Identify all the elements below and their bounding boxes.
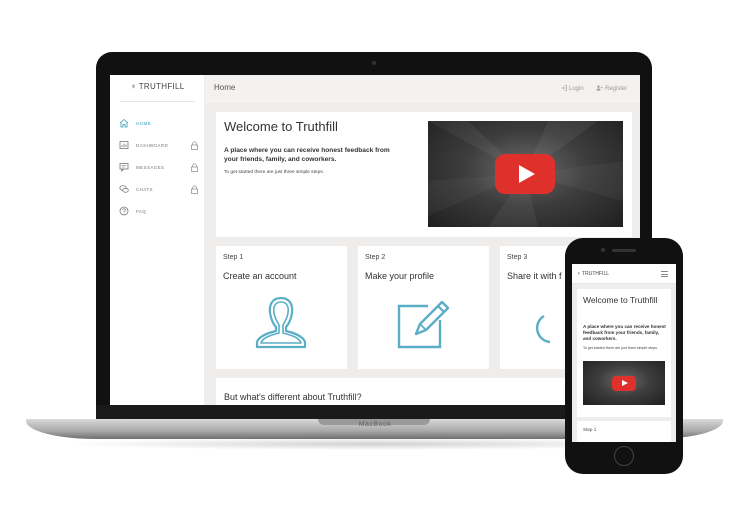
step-title: Create an account — [223, 271, 297, 281]
login-link[interactable]: Login — [561, 85, 584, 93]
phone-home-button — [614, 446, 634, 466]
step-card-1: Step 1 Create an account — [216, 246, 347, 369]
logo[interactable]: ♆ TRUTHFILL — [110, 82, 205, 91]
dashboard-icon — [118, 140, 129, 151]
mobile-header: ♆ TRUTHFILL — [572, 264, 676, 284]
step-title: Share it with f — [507, 271, 562, 281]
welcome-hint: To get started there are just three simp… — [224, 170, 324, 175]
play-button[interactable] — [612, 376, 636, 391]
sidebar-item-messages[interactable]: MESSAGES — [118, 160, 198, 174]
lock-icon — [190, 162, 198, 172]
sidebar: ♆ TRUTHFILL HOME DASHBOARD MESSAGES CHAT… — [110, 75, 205, 405]
laptop-camera — [372, 61, 376, 65]
register-label: Register — [605, 86, 628, 92]
register-link[interactable]: Register — [596, 85, 627, 93]
play-button[interactable] — [495, 154, 555, 194]
user-icon — [255, 296, 307, 349]
phone-speaker — [612, 249, 636, 252]
truthfill-logo-icon: ♆ — [130, 82, 137, 91]
hamburger-menu-icon[interactable] — [661, 271, 668, 277]
chats-icon — [118, 184, 129, 195]
welcome-card: Welcome to Truthfill A place where you c… — [216, 112, 632, 237]
mobile-step-card: Step 1 — [577, 421, 671, 442]
play-icon — [519, 165, 535, 183]
mobile-logo[interactable]: ♆ TRUTHFILL — [577, 271, 609, 277]
add-user-icon — [596, 85, 603, 93]
sidebar-item-label: CHATS — [136, 186, 153, 192]
welcome-title: Welcome to Truthfill — [224, 119, 338, 134]
sidebar-item-label: MESSAGES — [136, 164, 165, 170]
sidebar-item-label: FAQ — [136, 208, 147, 214]
lock-icon — [190, 140, 198, 150]
welcome-subtitle: A place where you can receive honest fee… — [224, 147, 390, 163]
step-title: Make your profile — [365, 271, 435, 281]
desktop-screen: ♆ TRUTHFILL HOME DASHBOARD MESSAGES CHAT… — [110, 75, 640, 405]
step-label: Step 2 — [365, 254, 386, 261]
mobile-welcome-title: Welcome to Truthfill — [583, 295, 658, 305]
logo-text: TRUTHFILL — [138, 82, 185, 91]
edit-icon — [397, 300, 450, 349]
sidebar-item-faq[interactable]: FAQ — [118, 204, 198, 218]
login-label: Login — [569, 86, 584, 92]
step-card-2: Step 2 Make your profile — [358, 246, 489, 369]
sidebar-item-label: HOME — [136, 120, 152, 126]
difference-title: But what's different about Truthfill? — [224, 392, 362, 402]
phone-camera — [601, 248, 605, 252]
sidebar-item-home[interactable]: HOME — [118, 116, 198, 130]
mobile-welcome-subtitle: A place where you can receive honest fee… — [583, 324, 666, 341]
mobile-step-label: Step 1 — [583, 427, 597, 432]
sidebar-item-chats[interactable]: CHATS — [118, 182, 198, 196]
play-icon — [622, 380, 628, 386]
intro-video[interactable] — [428, 121, 623, 227]
lock-icon — [190, 184, 198, 194]
mobile-welcome-hint: To get started there are just three simp… — [583, 346, 658, 350]
login-icon — [561, 85, 567, 93]
laptop-brand: MacBook — [358, 421, 392, 428]
divider — [120, 101, 195, 102]
page-title: Home — [214, 83, 236, 92]
step-label: Step 1 — [223, 254, 244, 261]
home-icon — [118, 118, 129, 129]
mobile-logo-text: TRUTHFILL — [582, 271, 610, 277]
mobile-intro-video[interactable] — [583, 361, 665, 405]
truthfill-logo-icon: ♆ — [577, 271, 581, 277]
help-icon — [118, 206, 129, 217]
sidebar-item-dashboard[interactable]: DASHBOARD — [118, 138, 198, 152]
step-label: Step 3 — [507, 254, 528, 261]
mobile-screen: ♆ TRUTHFILL Welcome to Truthfill A place… — [572, 264, 676, 442]
messages-icon — [118, 162, 129, 173]
sidebar-item-label: DASHBOARD — [136, 142, 169, 148]
mobile-welcome-card: Welcome to Truthfill A place where you c… — [577, 289, 671, 417]
top-bar: Home Login Register — [205, 75, 640, 103]
